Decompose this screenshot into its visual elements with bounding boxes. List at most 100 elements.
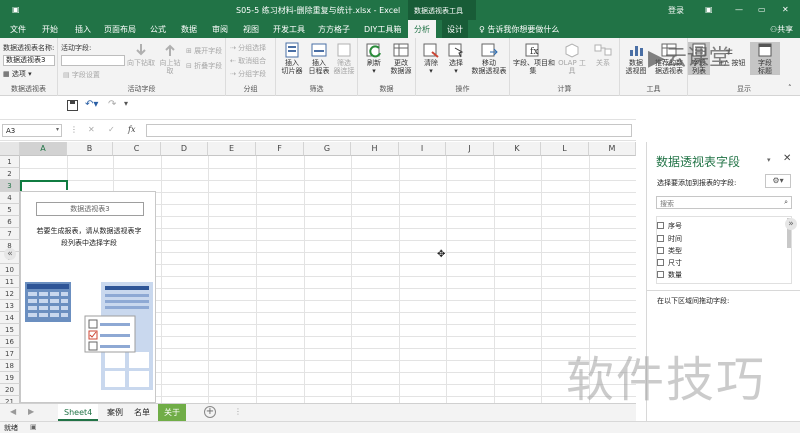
minimize-button[interactable]: —: [735, 5, 743, 14]
sheet-tab-list[interactable]: 名单: [128, 404, 156, 421]
select-all-corner[interactable]: [0, 142, 20, 156]
expand-left-icon[interactable]: «: [4, 248, 16, 260]
insert-timeline-button[interactable]: 插入 日程表: [306, 42, 332, 75]
change-source-button[interactable]: 更改 数据源: [388, 42, 414, 75]
expand-right-icon[interactable]: »: [785, 218, 797, 230]
ribbon-display-icon[interactable]: ▣: [705, 5, 713, 14]
field-item[interactable]: 类型: [657, 246, 682, 256]
field-item[interactable]: 序号: [657, 221, 682, 231]
options-button[interactable]: ▦ 选项 ▾: [3, 69, 32, 79]
tab-review[interactable]: 审阅: [212, 24, 228, 35]
share-button[interactable]: ⚇共享: [770, 24, 793, 35]
close-button[interactable]: ✕: [782, 5, 789, 14]
row-header[interactable]: 18: [0, 360, 20, 372]
customize-qat-icon[interactable]: ▾: [124, 99, 128, 108]
field-checkbox[interactable]: [657, 247, 664, 254]
field-checkbox[interactable]: [657, 271, 664, 278]
insert-function-icon[interactable]: fx: [128, 125, 135, 134]
tab-view[interactable]: 视图: [243, 24, 259, 35]
row-header[interactable]: 20: [0, 384, 20, 396]
macro-record-icon[interactable]: ▣: [30, 423, 37, 431]
field-search-input[interactable]: 搜索 ⌕: [656, 196, 792, 209]
column-header[interactable]: H: [351, 142, 399, 156]
tab-home[interactable]: 开始: [42, 24, 58, 35]
field-settings-button[interactable]: ▤ 字段设置: [63, 70, 100, 80]
tab-data[interactable]: 数据: [181, 24, 197, 35]
confirm-entry-icon[interactable]: ✓: [108, 125, 115, 134]
name-box[interactable]: A3: [2, 124, 62, 137]
tab-insert[interactable]: 插入: [75, 24, 91, 35]
pivot-name-input[interactable]: 数据透视表3: [3, 55, 55, 66]
field-item[interactable]: 尺寸: [657, 258, 682, 268]
pane-close-icon[interactable]: ✕: [783, 153, 791, 164]
field-item[interactable]: 时间: [657, 234, 682, 244]
cancel-entry-icon[interactable]: ✕: [88, 125, 95, 134]
tab-developer[interactable]: 开发工具: [273, 24, 305, 35]
sheet-tab-case[interactable]: 案例: [101, 404, 129, 421]
row-header[interactable]: 16: [0, 336, 20, 348]
tell-me-box[interactable]: ♀ 告诉我你想要做什么: [479, 24, 559, 35]
login-link[interactable]: 登录: [668, 5, 684, 16]
collapse-field-button[interactable]: ⊟ 折叠字段: [186, 61, 222, 71]
row-header[interactable]: 5: [0, 204, 20, 216]
save-icon[interactable]: [67, 100, 78, 111]
tab-page-layout[interactable]: 页面布局: [104, 24, 136, 35]
field-checkbox[interactable]: [657, 222, 664, 229]
row-header[interactable]: 7: [0, 228, 20, 240]
group-selection-button[interactable]: ⇢ 分组选择: [230, 43, 266, 53]
row-header[interactable]: 17: [0, 348, 20, 360]
row-header[interactable]: 12: [0, 288, 20, 300]
drill-up-button[interactable]: 向上钻 取: [157, 42, 183, 75]
sheet-tab-sheet4[interactable]: Sheet4: [58, 404, 99, 421]
row-header[interactable]: 14: [0, 312, 20, 324]
field-checkbox[interactable]: [657, 259, 664, 266]
field-headers-toggle[interactable]: 字段 标题: [750, 42, 780, 75]
field-item[interactable]: 数量: [657, 270, 682, 280]
pivot-placeholder[interactable]: 数据透视表3 若要生成报表，请从数据透视表字 段列表中选择字段: [20, 191, 156, 403]
pivot-chart-button[interactable]: 数据 透视图: [622, 42, 650, 75]
column-header[interactable]: L: [541, 142, 589, 156]
filter-connections-button[interactable]: 筛选 器连接: [332, 42, 356, 75]
scroll-left-icon[interactable]: ◀: [10, 407, 16, 416]
column-header[interactable]: K: [494, 142, 541, 156]
group-field-button[interactable]: ⇢ 分组字段: [230, 69, 266, 79]
row-header[interactable]: 4: [0, 192, 20, 204]
tab-file[interactable]: 文件: [10, 24, 26, 35]
maximize-button[interactable]: ▭: [758, 5, 766, 14]
row-header[interactable]: 15: [0, 324, 20, 336]
column-header[interactable]: B: [67, 142, 113, 156]
active-field-input[interactable]: [61, 55, 125, 66]
add-sheet-icon[interactable]: +: [204, 406, 216, 418]
row-header[interactable]: 2: [0, 168, 20, 180]
row-header[interactable]: 19: [0, 372, 20, 384]
column-header[interactable]: C: [113, 142, 161, 156]
clear-button[interactable]: 清除 ▾: [419, 42, 443, 75]
column-header[interactable]: M: [589, 142, 636, 156]
redo-icon[interactable]: ↷: [108, 99, 116, 110]
row-header[interactable]: 1: [0, 156, 20, 168]
row-header[interactable]: 13: [0, 300, 20, 312]
tab-analyze[interactable]: 分析: [408, 20, 436, 38]
tab-splitter-icon[interactable]: ⋮: [234, 407, 242, 416]
insert-slicer-button[interactable]: 插入 切片器: [280, 42, 304, 75]
refresh-button[interactable]: 刷新 ▾: [361, 42, 387, 75]
drill-down-button[interactable]: 向下钻取: [126, 42, 156, 67]
expand-field-button[interactable]: ⊞ 展开字段: [186, 46, 222, 56]
autosave-icon[interactable]: ▣: [12, 5, 20, 14]
column-header[interactable]: G: [304, 142, 351, 156]
scroll-right-icon[interactable]: ▶: [28, 407, 34, 416]
olap-tools-button[interactable]: OLAP 工具: [555, 42, 589, 75]
tab-diy-toolbox[interactable]: DIY工具箱: [364, 24, 401, 35]
row-header[interactable]: 21: [0, 396, 20, 403]
select-button[interactable]: 选择 ▾: [444, 42, 468, 75]
column-header[interactable]: F: [256, 142, 304, 156]
undo-icon[interactable]: ↶▾: [85, 99, 98, 110]
formula-input[interactable]: [146, 124, 632, 137]
pane-gear-icon[interactable]: ⚙▾: [765, 174, 791, 188]
tab-formulas[interactable]: 公式: [150, 24, 166, 35]
fields-items-button[interactable]: fx 字段、项目和 集: [513, 42, 555, 75]
move-pivot-button[interactable]: 移动 数据透视表: [470, 42, 508, 75]
column-header[interactable]: A: [20, 142, 67, 156]
column-header[interactable]: I: [399, 142, 446, 156]
relationships-button[interactable]: 关系: [590, 42, 616, 67]
